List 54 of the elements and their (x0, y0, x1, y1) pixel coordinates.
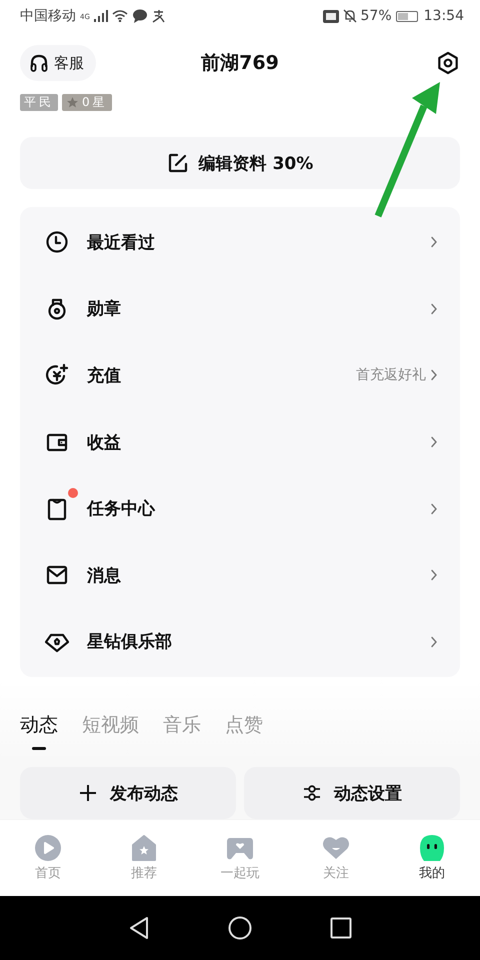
rank-badge: 平民 (20, 94, 58, 111)
recents-icon[interactable] (330, 917, 352, 940)
profile-name: 前湖769 (200, 51, 280, 76)
recharge-icon (45, 363, 69, 388)
menu-item-label: 任务中心 (87, 498, 156, 520)
face-icon (418, 834, 446, 862)
menu-item[interactable]: 消息 (20, 542, 460, 609)
chat-bubble-icon (132, 9, 148, 23)
chevron-right-icon (430, 236, 438, 248)
chevron-right-icon (430, 302, 438, 315)
chevron-right-icon (430, 369, 438, 382)
content-tab[interactable]: 动态 (20, 711, 58, 752)
star-icon (66, 96, 79, 109)
battery-percent: 57% (360, 8, 392, 24)
promo-note: 首充返好礼 (356, 366, 426, 384)
history-icon (45, 230, 69, 254)
house-icon (130, 834, 158, 862)
menu-item-label: 最近看过 (87, 232, 156, 254)
star-level-badge: 0星 (62, 94, 112, 111)
bell-muted-icon (342, 9, 357, 23)
sliders-icon (302, 783, 322, 804)
edit-profile-button[interactable]: 编辑资料 30% (20, 137, 460, 189)
carrier-name: 中国移动 (20, 7, 76, 25)
home-icon[interactable] (228, 916, 252, 940)
menu-item[interactable]: 星钻俱乐部 (20, 608, 460, 676)
menu-item[interactable]: 最近看过 (20, 209, 460, 276)
play-icon (34, 834, 62, 862)
menu-item-label: 消息 (87, 564, 122, 587)
menu-item[interactable]: 勋章 (20, 276, 460, 342)
chevron-right-icon (430, 502, 438, 515)
settings-icon[interactable] (436, 51, 460, 75)
menu-item-label: 充值 (87, 364, 122, 387)
post-button[interactable]: 发布动态 (20, 767, 236, 820)
menu-item[interactable]: 充值 首充返好礼 (20, 342, 460, 409)
wifi-icon (112, 10, 128, 22)
chevron-right-icon (430, 436, 438, 448)
battery-icon (396, 10, 418, 22)
menu-item-label: 勋章 (87, 298, 122, 320)
clock-time: 13:54 (424, 8, 464, 24)
nav-tab[interactable]: 我的 (384, 820, 480, 896)
menu-item[interactable]: 收益 (20, 408, 460, 476)
menu-item[interactable]: 任务中心 (20, 475, 460, 542)
back-icon[interactable] (128, 916, 150, 940)
headphones-icon (29, 53, 49, 73)
plus-icon (78, 783, 98, 804)
customer-service-button[interactable]: 客服 (20, 45, 96, 81)
signal-icon (94, 10, 108, 22)
settings-button[interactable]: 动态设置 (244, 767, 460, 820)
chevron-right-icon (430, 569, 438, 582)
menu-item-label: 收益 (87, 432, 122, 454)
chevron-right-icon (430, 636, 438, 648)
task-icon (45, 496, 69, 521)
edit-icon (166, 152, 189, 174)
menu-item-label: 星钻俱乐部 (87, 631, 173, 654)
